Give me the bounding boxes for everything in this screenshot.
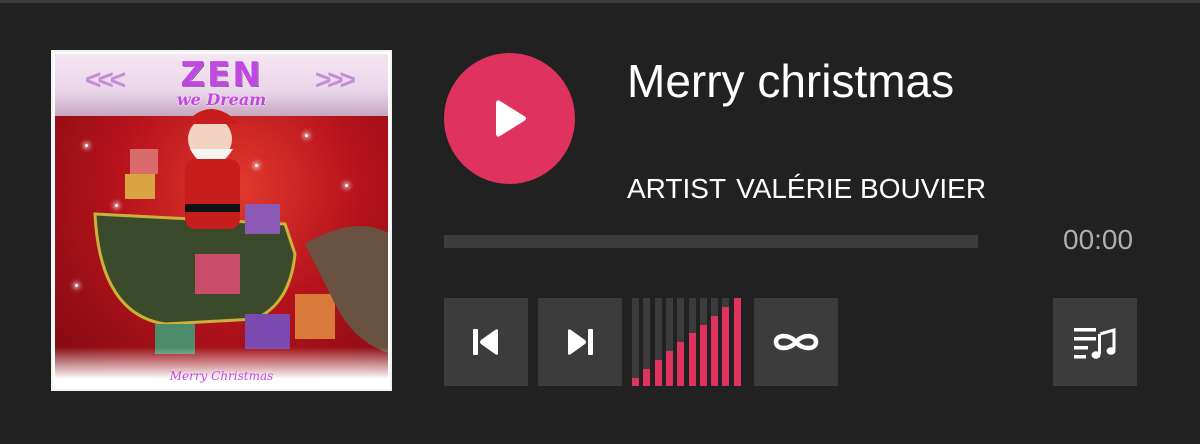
volume-bar[interactable] [722, 298, 730, 386]
artist-label: ARTIST [627, 173, 727, 204]
playlist-button[interactable] [1053, 298, 1137, 386]
volume-control[interactable] [632, 298, 746, 386]
progress-bar[interactable] [444, 235, 978, 248]
volume-bar[interactable] [688, 298, 696, 386]
repeat-icon [773, 333, 819, 351]
volume-bar[interactable] [733, 298, 741, 386]
volume-bar-fill [722, 307, 730, 386]
volume-bar-fill [699, 325, 707, 386]
play-button[interactable] [444, 53, 575, 184]
previous-button[interactable] [444, 298, 528, 386]
play-icon [496, 100, 526, 137]
volume-bar[interactable] [677, 298, 685, 386]
skip-next-icon [568, 329, 593, 355]
album-art-image: <<< >>> ZEN we Dream Merry Christmas [55, 54, 388, 387]
volume-bar[interactable] [665, 298, 673, 386]
repeat-button[interactable] [754, 298, 838, 386]
volume-bar-fill [677, 342, 685, 386]
top-divider [0, 0, 1200, 3]
volume-bar[interactable] [711, 298, 719, 386]
volume-bar[interactable] [632, 298, 639, 386]
santa-sleigh-illustration [93, 109, 388, 354]
volume-bar-fill [654, 360, 662, 386]
volume-bar[interactable] [654, 298, 662, 386]
artist-name: VALÉRIE BOUVIER [736, 173, 987, 204]
album-art-caption: Merry Christmas [169, 369, 274, 383]
album-art: <<< >>> ZEN we Dream Merry Christmas [51, 50, 392, 391]
volume-bar[interactable] [699, 298, 707, 386]
playlist-icon [1074, 328, 1116, 359]
volume-bar-fill [665, 351, 673, 386]
volume-bar-fill [643, 369, 651, 386]
volume-bar-fill [733, 298, 741, 386]
next-button[interactable] [538, 298, 622, 386]
artist-info: ARTIST VALÉRIE BOUVIER [627, 172, 996, 206]
volume-bar[interactable] [643, 298, 651, 386]
volume-bar-fill [688, 333, 696, 386]
skip-previous-icon [473, 329, 498, 355]
volume-bar-fill [711, 316, 719, 386]
track-title: Merry christmas [627, 55, 955, 107]
volume-bar-fill [632, 378, 639, 386]
elapsed-time: 00:00 [1063, 224, 1134, 255]
